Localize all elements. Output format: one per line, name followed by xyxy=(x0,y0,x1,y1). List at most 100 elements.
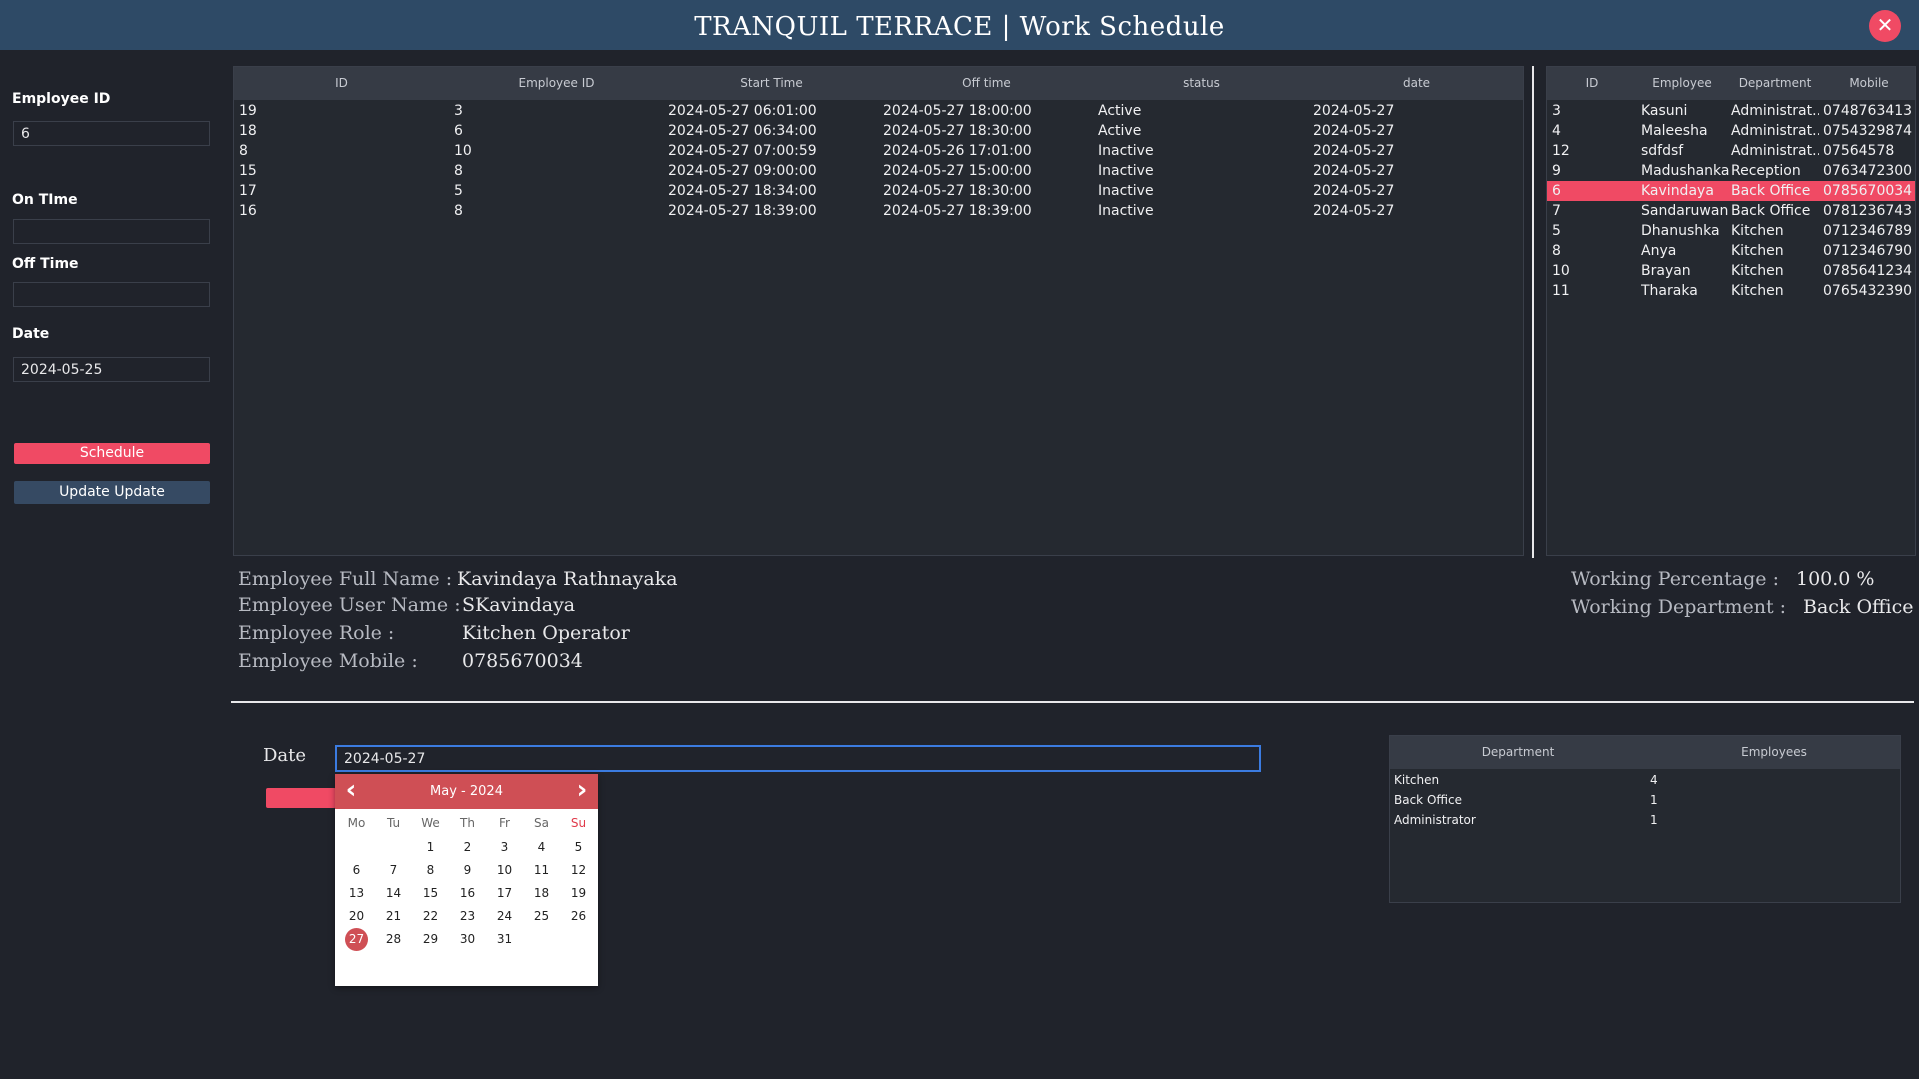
table-cell: Administrat... xyxy=(1731,123,1819,139)
employee-row[interactable]: 8 Anya Kitchen 0712346790 xyxy=(1547,241,1915,261)
calendar-day[interactable]: 2 xyxy=(449,836,486,859)
calendar-day[interactable]: 23 xyxy=(449,905,486,928)
working-percentage-label: Working Percentage : xyxy=(1571,568,1779,590)
calendar-day[interactable]: 6 xyxy=(338,859,375,882)
department-table[interactable]: Department Employees Kitchen 4 Back Office 1… xyxy=(1389,735,1901,903)
calendar-day[interactable]: 29 xyxy=(412,928,449,951)
calendar-month[interactable]: May xyxy=(430,784,457,799)
calendar-day[interactable]: 20 xyxy=(338,905,375,928)
calendar-day[interactable]: 19 xyxy=(560,882,597,905)
calendar-day[interactable]: 22 xyxy=(412,905,449,928)
department-row[interactable]: Back Office 1 xyxy=(1390,790,1900,810)
calendar-day[interactable]: 1 xyxy=(412,836,449,859)
employee-row[interactable]: 12 sdfdsf Administrat... 07564578 xyxy=(1547,141,1915,161)
table-cell: 2024-05-27 18:39:00 xyxy=(883,203,1032,219)
calendar-day[interactable]: 11 xyxy=(523,859,560,882)
close-button[interactable]: ✕ xyxy=(1869,10,1901,42)
calendar-day[interactable]: 18 xyxy=(523,882,560,905)
calendar-day[interactable]: 17 xyxy=(486,882,523,905)
calendar-header: ‹ May - 2024 › xyxy=(335,774,598,809)
table-cell: 2024-05-27 15:00:00 xyxy=(883,163,1032,179)
calendar-day[interactable]: 21 xyxy=(375,905,412,928)
column-header[interactable]: Employee ID xyxy=(449,67,664,100)
column-header[interactable]: Department xyxy=(1729,67,1821,100)
employee-row[interactable]: 5 Dhanushka Kitchen 0712346789 xyxy=(1547,221,1915,241)
calendar-day[interactable]: 9 xyxy=(449,859,486,882)
column-header[interactable]: Department xyxy=(1390,736,1646,769)
column-header[interactable]: ID xyxy=(234,67,449,100)
employee-row[interactable]: 10 Brayan Kitchen 0785641234 xyxy=(1547,261,1915,281)
next-month-icon[interactable]: › xyxy=(572,774,592,809)
column-header[interactable]: Start Time xyxy=(664,67,879,100)
column-header[interactable]: Mobile xyxy=(1821,67,1917,100)
employee-table-header: ID Employee Department Mobile xyxy=(1547,67,1915,100)
employee-row[interactable]: 3 Kasuni Administrat... 0748763413 xyxy=(1547,101,1915,121)
employee-row[interactable]: 11 Tharaka Kitchen 0765432390 xyxy=(1547,281,1915,301)
schedule-row[interactable]: 19 3 2024-05-27 06:01:00 2024-05-27 18:00:0… xyxy=(234,101,1523,121)
calendar-day[interactable]: 4 xyxy=(523,836,560,859)
calendar-day[interactable]: 10 xyxy=(486,859,523,882)
calendar-day[interactable]: 25 xyxy=(523,905,560,928)
on-time-input[interactable] xyxy=(13,219,210,244)
column-header[interactable]: status xyxy=(1094,67,1309,100)
mobile-value: 0785670034 xyxy=(462,650,583,672)
employee-table[interactable]: ID Employee Department Mobile 3 Kasuni Admini… xyxy=(1546,66,1916,556)
schedule-row[interactable]: 15 8 2024-05-27 09:00:00 2024-05-27 15:00:0… xyxy=(234,161,1523,181)
table-cell: Kasuni xyxy=(1641,103,1688,119)
calendar-day[interactable]: 24 xyxy=(486,905,523,928)
table-cell: Brayan xyxy=(1641,263,1691,279)
schedule-row[interactable]: 16 8 2024-05-27 18:39:00 2024-05-27 18:39:0… xyxy=(234,201,1523,221)
table-cell: 0785641234 xyxy=(1823,263,1913,279)
schedule-table[interactable]: ID Employee ID Start Time Off time status dat… xyxy=(233,66,1524,556)
calendar-day[interactable]: 13 xyxy=(338,882,375,905)
table-cell: 2024-05-27 xyxy=(1313,163,1395,179)
column-header[interactable]: Off time xyxy=(879,67,1094,100)
calendar-day-selected[interactable]: 27 xyxy=(338,928,375,951)
column-header[interactable]: Employees xyxy=(1646,736,1902,769)
date-picker-popup[interactable]: ‹ May - 2024 › Mo Tu We Th Fr Sa Su 1 2 3 4 5 6 7 8 9 10… xyxy=(335,774,598,986)
column-header[interactable]: Employee xyxy=(1637,67,1727,100)
column-header[interactable]: date xyxy=(1309,67,1524,100)
calendar-day[interactable]: 28 xyxy=(375,928,412,951)
table-cell: 9 xyxy=(1552,163,1561,179)
employee-id-input[interactable] xyxy=(13,121,210,146)
calendar-day[interactable]: 15 xyxy=(412,882,449,905)
calendar-day[interactable]: 8 xyxy=(412,859,449,882)
calendar-day[interactable]: 26 xyxy=(560,905,597,928)
calendar-day[interactable]: 3 xyxy=(486,836,523,859)
employee-row[interactable]: 7 Sandaruwan Back Office 0781236743 xyxy=(1547,201,1915,221)
department-row[interactable]: Administrator 1 xyxy=(1390,810,1900,830)
bottom-action-button[interactable] xyxy=(266,788,336,808)
table-cell: Kitchen xyxy=(1394,773,1440,787)
calendar-year[interactable]: 2024 xyxy=(470,784,503,799)
column-header[interactable]: ID xyxy=(1547,67,1637,100)
mobile-label: Employee Mobile : xyxy=(238,650,418,672)
weekday-label: Mo xyxy=(347,816,366,830)
weekday-label: Fr xyxy=(499,816,510,830)
schedule-button[interactable]: Schedule xyxy=(14,443,210,464)
schedule-row[interactable]: 17 5 2024-05-27 18:34:00 2024-05-27 18:30:0… xyxy=(234,181,1523,201)
calendar-day[interactable]: 12 xyxy=(560,859,597,882)
schedule-row[interactable]: 18 6 2024-05-27 06:34:00 2024-05-27 18:30:0… xyxy=(234,121,1523,141)
calendar-day[interactable]: 14 xyxy=(375,882,412,905)
table-cell: 0763472300 xyxy=(1823,163,1913,179)
bottom-date-input[interactable] xyxy=(335,745,1261,772)
employee-row[interactable]: 6 Kavindaya Back Office 0785670034 xyxy=(1547,181,1915,201)
employee-row[interactable]: 4 Maleesha Administrat... 0754329874 xyxy=(1547,121,1915,141)
table-cell: 12 xyxy=(1552,143,1570,159)
schedule-row[interactable]: 8 10 2024-05-27 07:00:59 2024-05-26 17:01:0… xyxy=(234,141,1523,161)
calendar-day[interactable]: 7 xyxy=(375,859,412,882)
calendar-day[interactable]: 16 xyxy=(449,882,486,905)
calendar-day[interactable]: 30 xyxy=(449,928,486,951)
table-cell: Active xyxy=(1098,103,1142,119)
table-cell: Kavindaya xyxy=(1641,183,1714,199)
update-button[interactable]: Update Update xyxy=(14,481,210,504)
off-time-input[interactable] xyxy=(13,282,210,307)
table-cell: 0712346789 xyxy=(1823,223,1913,239)
calendar-day[interactable]: 5 xyxy=(560,836,597,859)
department-row[interactable]: Kitchen 4 xyxy=(1390,770,1900,790)
employee-row[interactable]: 9 Madushanka Reception 0763472300 xyxy=(1547,161,1915,181)
table-cell: Dhanushka xyxy=(1641,223,1720,239)
date-input[interactable] xyxy=(13,357,210,382)
calendar-day[interactable]: 31 xyxy=(486,928,523,951)
